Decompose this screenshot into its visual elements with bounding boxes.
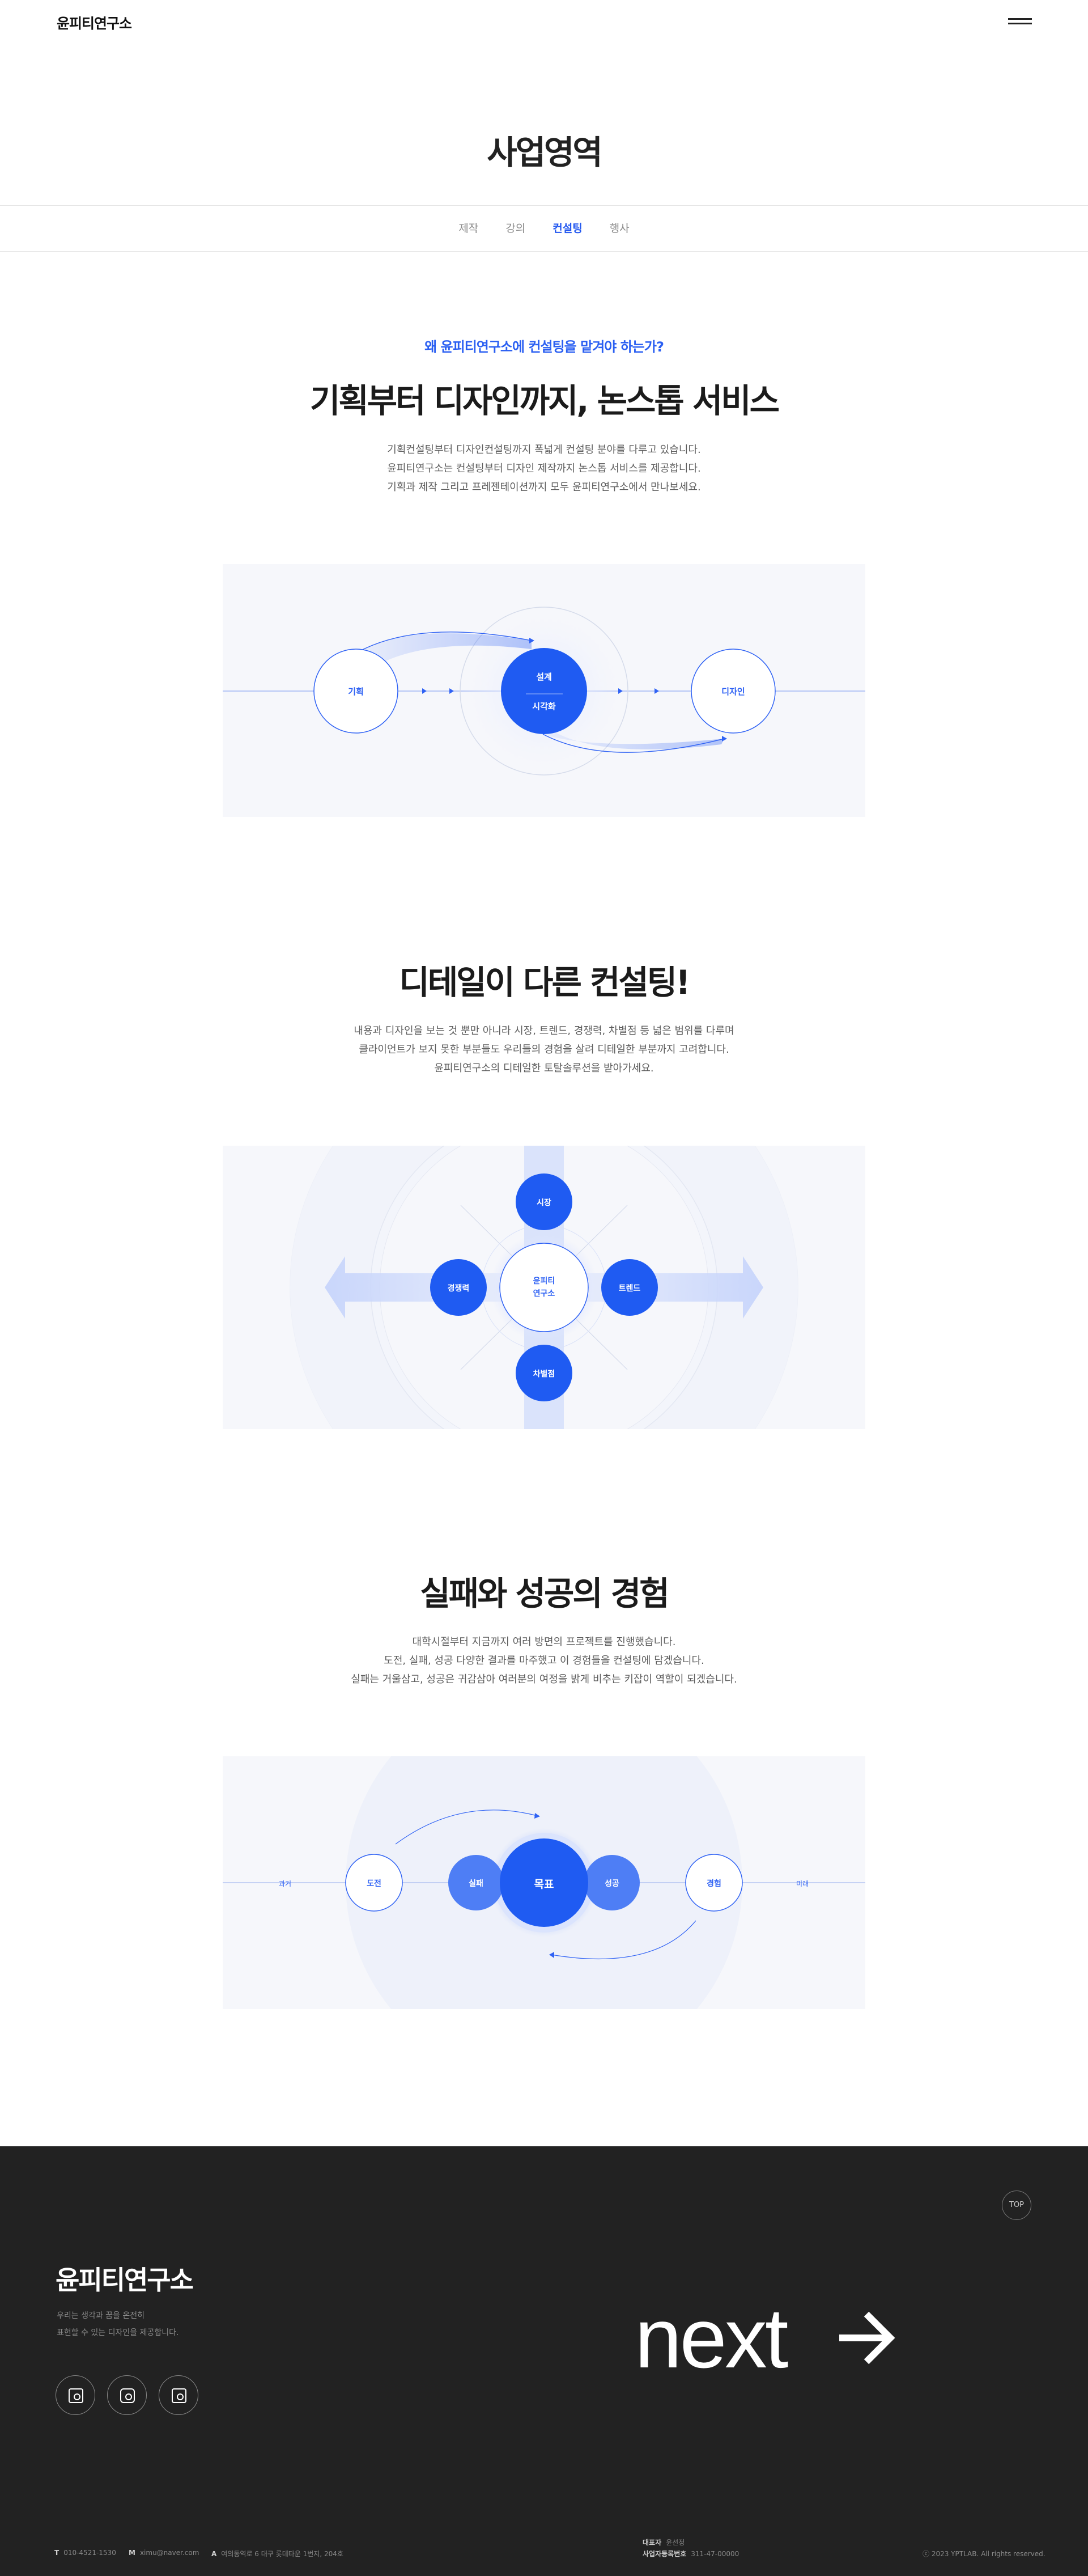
section2-desc-line: 클라이언트가 보지 못한 부분들도 우리들의 경험을 살려 디테일한 부분까지 … — [359, 1044, 729, 1056]
node-experience: 경험 — [707, 1879, 721, 1888]
section3-desc: 대학시절부터 지금까지 여러 방면의 프로젝트를 진행했습니다. 도전, 실패,… — [0, 1633, 1088, 1689]
node-differentiation: 차별점 — [533, 1370, 555, 1379]
footer-copyright: ⓒ 2023 YPTLAB. All rights reserved. — [923, 2550, 1046, 2558]
process-diagram: 기획 설계 시각화 디자인 — [223, 564, 865, 817]
center-label-line1: 윤피티 — [533, 1277, 555, 1286]
node-design: 설계 — [536, 672, 552, 682]
label-past: 과거 — [278, 1880, 292, 1888]
footer-phone: T 010-4521-1530 — [54, 2549, 116, 2557]
section1-desc: 기획컨설팅부터 디자인컨설팅까지 폭넓게 컨설팅 분야를 다루고 있습니다. 윤… — [0, 440, 1088, 497]
site-logo[interactable]: 윤피티연구소 — [57, 12, 132, 33]
node-graphic-design: 디자인 — [721, 687, 745, 697]
section3-desc-line: 도전, 실패, 성공 다양한 결과를 마주했고 이 경험들을 컨설팅에 담겠습니… — [384, 1655, 704, 1667]
section1-eyebrow: 왜 윤피티연구소에 컨설팅을 맡겨야 하는가? — [424, 339, 664, 355]
section3-title: 실패와 성공의 경험 — [420, 1574, 669, 1613]
footer-desc-line: 표현할 수 있는 디자인을 제공합니다. — [57, 2328, 179, 2337]
tab-event[interactable]: 행사 — [610, 206, 630, 251]
footer-desc-line: 우리는 생각과 꿈을 온전히 — [57, 2311, 145, 2320]
footer-biz-key: 사업자등록번호 — [643, 2550, 687, 2558]
footer-logo: 윤피티연구소 — [56, 2265, 194, 2295]
label-future: 미래 — [796, 1880, 809, 1888]
detail-diagram: 윤피티 연구소 시장 경쟁력 트렌드 차별점 — [223, 1146, 865, 1429]
section3-desc-line: 실패는 거울삼고, 성공은 귀감삼아 여러분의 여정을 밝게 비추는 키잡이 역… — [351, 1673, 737, 1685]
instagram-icon[interactable] — [107, 2375, 147, 2415]
section2-desc-line: 윤피티연구소의 디테일한 토탈솔루션을 받아가세요. — [434, 1062, 654, 1074]
center-node — [501, 648, 587, 734]
footer-address-key: A — [211, 2550, 217, 2558]
scroll-top-button[interactable]: TOP — [1002, 2191, 1031, 2220]
tab-production[interactable]: 제작 — [458, 206, 478, 251]
next-label: next — [635, 2290, 789, 2386]
section1-title: 기획부터 디자인까지, 논스톱 서비스 — [309, 382, 780, 420]
section1-desc-line: 윤피티연구소는 컨설팅부터 디자인 제작까지 논스톱 서비스를 제공합니다. — [387, 463, 701, 474]
node-trend: 트렌드 — [618, 1284, 641, 1293]
node-challenge: 도전 — [367, 1879, 381, 1888]
site-header: 윤피티연구소 — [0, 0, 1088, 43]
footer-ceo: 대표자 윤선정 — [643, 2537, 685, 2547]
page: 윤피티연구소 사업영역 제작 강의 컨설팅 행사 왜 윤피티연구소에 컨설팅을 맡겨야… — [0, 0, 1088, 2576]
tab-lecture[interactable]: 강의 — [505, 206, 525, 251]
sub-nav-tabs: 제작 강의 컨설팅 행사 — [0, 205, 1088, 252]
footer-ceo-value: 윤선정 — [666, 2539, 685, 2547]
node-goal: 목표 — [534, 1878, 554, 1891]
kakao-icon[interactable] — [159, 2375, 198, 2415]
node-market: 시장 — [537, 1198, 551, 1208]
blog-icon[interactable] — [56, 2375, 95, 2415]
footer-phone-value: 010-4521-1530 — [63, 2549, 116, 2557]
site-footer: TOP 윤피티연구소 우리는 생각과 꿈을 온전히 표현할 수 있는 디자인을 … — [0, 2146, 1088, 2576]
footer-address-value: 여의동역로 6 대구 롯데타운 1번지, 204호 — [221, 2550, 343, 2558]
hamburger-icon[interactable] — [1008, 16, 1032, 27]
footer-address: A 여의동역로 6 대구 롯데타운 1번지, 204호 — [211, 2549, 343, 2558]
experience-diagram: 과거 도전 실패 목표 성공 경험 미래 — [223, 1756, 865, 2009]
section2-desc-line: 내용과 디자인을 보는 것 뿐만 아니라 시장, 트렌드, 경쟁력, 차별점 등… — [354, 1025, 734, 1037]
center-node-label: 윤피티 연구소 — [510, 1275, 578, 1300]
footer-biz-value: 311-47-00000 — [691, 2550, 740, 2558]
section2-title: 디테일이 다른 컨설팅! — [399, 963, 690, 1002]
section3-desc-line: 대학시절부터 지금까지 여러 방면의 프로젝트를 진행했습니다. — [412, 1636, 676, 1648]
footer-email: Mximu@naver.com — [129, 2549, 199, 2557]
section1-desc-line: 기획컨설팅부터 디자인컨설팅까지 폭넓게 컨설팅 분야를 다루고 있습니다. — [387, 444, 701, 456]
footer-email-value[interactable]: ximu@naver.com — [140, 2549, 199, 2557]
node-visualization: 시각화 — [532, 701, 556, 711]
footer-email-key: M — [129, 2549, 135, 2557]
page-title: 사업영역 — [487, 133, 602, 172]
tab-consulting[interactable]: 컨설팅 — [552, 206, 582, 251]
footer-biz-number: 사업자등록번호 311-47-00000 — [643, 2549, 739, 2558]
section2-desc: 내용과 디자인을 보는 것 뿐만 아니라 시장, 트렌드, 경쟁력, 차별점 등… — [0, 1022, 1088, 1078]
footer-phone-key: T — [54, 2549, 60, 2557]
node-fail: 실패 — [469, 1879, 483, 1888]
footer-desc: 우리는 생각과 꿈을 온전히 표현할 수 있는 디자인을 제공합니다. — [57, 2307, 178, 2341]
footer-ceo-key: 대표자 — [643, 2539, 662, 2547]
section1-desc-line: 기획과 제작 그리고 프레젠테이션까지 모두 윤피티연구소에서 만나보세요. — [387, 481, 701, 493]
center-label-line2: 연구소 — [533, 1289, 555, 1298]
node-competitiveness: 경쟁력 — [447, 1284, 470, 1293]
node-success: 성공 — [605, 1879, 619, 1888]
node-planning: 기획 — [348, 687, 364, 697]
arrow-right-icon — [839, 2311, 895, 2365]
